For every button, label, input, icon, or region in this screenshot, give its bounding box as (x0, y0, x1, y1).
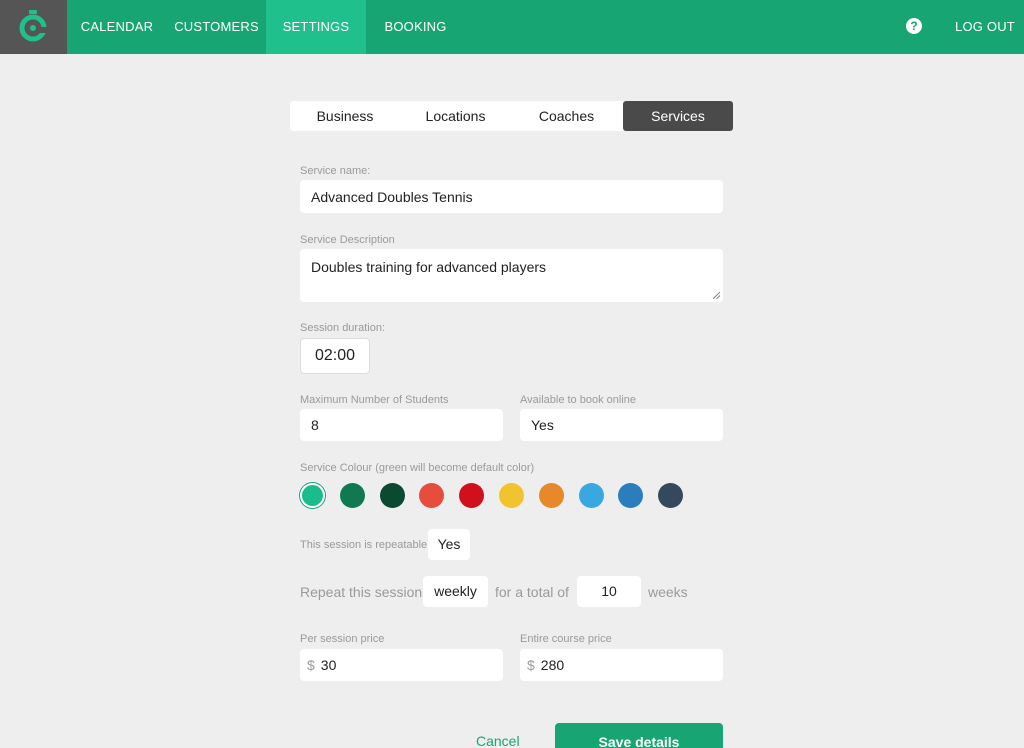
colour-swatch[interactable] (459, 483, 485, 508)
logo[interactable] (0, 0, 67, 54)
service-description-text: Doubles training for advanced players (311, 259, 547, 275)
repeat-frequency-select[interactable]: weekly (423, 576, 488, 607)
nav-settings[interactable]: SETTINGS (266, 0, 366, 54)
available-online-label: Available to book online (520, 394, 636, 406)
nav-customers[interactable]: CUSTOMERS (167, 0, 266, 54)
settings-tabs: Business Locations Coaches Services (290, 101, 733, 131)
colour-swatch[interactable] (300, 483, 325, 508)
colour-swatch[interactable] (618, 483, 644, 508)
currency-symbol: $ (527, 657, 535, 673)
service-name-input[interactable]: Advanced Doubles Tennis (300, 180, 723, 213)
colour-swatch[interactable] (379, 483, 405, 508)
save-details-button[interactable]: Save details (555, 723, 723, 748)
tab-business[interactable]: Business (290, 101, 400, 131)
course-price-label: Entire course price (520, 633, 612, 645)
nav-booking[interactable]: BOOKING (366, 0, 465, 54)
tab-coaches[interactable]: Coaches (511, 101, 622, 131)
nav-calendar[interactable]: CALENDAR (67, 0, 167, 54)
max-students-input[interactable]: 8 (300, 409, 503, 441)
currency-symbol: $ (307, 657, 315, 673)
per-session-price-input[interactable]: $ 30 (300, 649, 503, 681)
course-price-input[interactable]: $ 280 (520, 649, 723, 681)
question-circle-icon[interactable]: ? (906, 18, 922, 34)
repeatable-select[interactable]: Yes (428, 529, 470, 560)
repeat-count-input[interactable]: 10 (577, 576, 641, 607)
timer-logo-icon (19, 10, 47, 42)
session-duration-input[interactable]: 02:00 (300, 338, 370, 374)
colour-swatch[interactable] (578, 483, 604, 508)
max-students-label: Maximum Number of Students (300, 394, 449, 406)
repeat-middle-text: for a total of (495, 584, 569, 600)
colour-swatch[interactable] (419, 483, 445, 508)
repeatable-label: This session is repeatable (300, 539, 428, 551)
repeat-prefix-text: Repeat this session (300, 584, 423, 600)
resize-handle[interactable] (713, 292, 720, 299)
tab-locations[interactable]: Locations (400, 101, 511, 131)
session-duration-label: Session duration: (300, 322, 385, 334)
service-colour-label: Service Colour (green will become defaul… (300, 462, 535, 474)
logout-button[interactable]: LOG OUT (950, 0, 1020, 54)
service-description-textarea[interactable]: Doubles training for advanced players (300, 249, 723, 302)
top-nav-bar: CALENDAR CUSTOMERS SETTINGS BOOKING ? LO… (0, 0, 1024, 54)
service-description-label: Service Description (300, 234, 395, 246)
per-session-price-value: 30 (320, 657, 337, 673)
service-name-label: Service name: (300, 165, 371, 177)
tab-services[interactable]: Services (623, 101, 733, 131)
per-session-price-label: Per session price (300, 633, 385, 645)
course-price-value: 280 (540, 657, 565, 673)
colour-swatch[interactable] (538, 483, 564, 508)
colour-swatch[interactable] (339, 483, 365, 508)
repeat-suffix-text: weeks (648, 584, 688, 600)
available-online-select[interactable]: Yes (520, 409, 723, 441)
colour-swatch[interactable] (658, 483, 684, 508)
cancel-button[interactable]: Cancel (476, 733, 520, 748)
colour-swatch[interactable] (499, 483, 524, 508)
